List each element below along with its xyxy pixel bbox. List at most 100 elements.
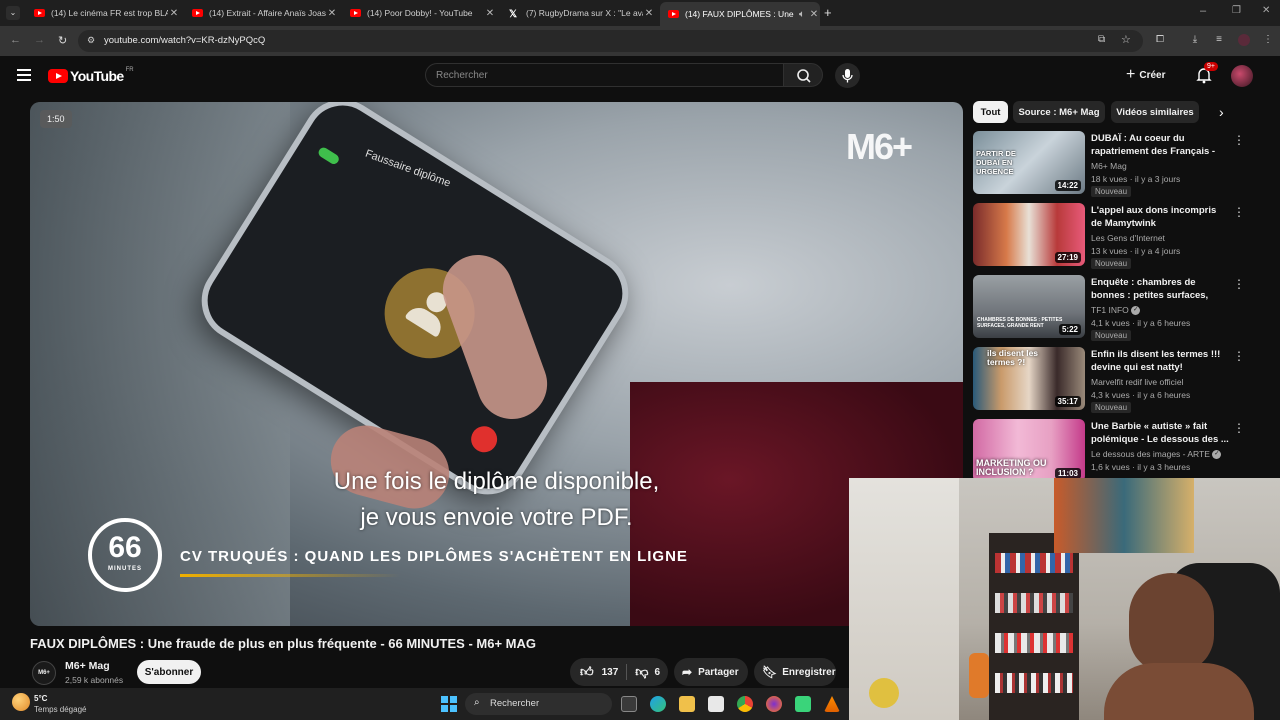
more-options-icon[interactable]: ⋮ [1233,133,1245,147]
youtube-favicon-icon [668,10,679,18]
task-view-icon[interactable] [621,696,637,712]
subscribe-button[interactable]: S'abonner [137,660,201,684]
channel-name[interactable]: M6+ Mag [65,660,110,672]
chevron-right-icon[interactable]: › [1219,104,1224,120]
video-thumbnail[interactable]: CHAMBRES DE BONNES : PETITES SURFACES, G… [973,275,1085,338]
search-input[interactable]: Rechercher [425,63,783,87]
media-control-icon[interactable]: ≡ [1213,34,1225,46]
youtube-logo[interactable]: YouTube FR [48,67,134,84]
chrome-icon[interactable] [737,696,753,712]
extensions-icon[interactable]: ⧠ [1154,34,1166,46]
weather-icon[interactable] [12,693,30,711]
address-bar[interactable]: ⚙ youtube.com/watch?v=KR-dzNyPQcQ ⧉ ☆ [78,30,1143,52]
firefox-icon[interactable] [766,696,782,712]
more-options-icon[interactable]: ⋮ [1233,421,1245,435]
video-thumbnail[interactable]: 27:19 [973,203,1085,266]
chip-related[interactable]: Vidéos similaires [1111,101,1199,123]
menu-icon[interactable] [17,69,31,81]
browser-tab[interactable]: (14) Poor Dobby! - YouTube ✕ [346,3,496,23]
dislike-count[interactable]: 6 [654,667,660,678]
create-button[interactable]: + Créer [1126,64,1180,86]
notifications-button[interactable]: 9+ [1195,62,1218,84]
subtitle-line: Une fois le diplôme disponible, [333,468,660,495]
site-info-icon[interactable]: ⚙ [87,35,95,46]
install-app-icon[interactable]: ⧉ [1098,34,1105,45]
share-icon: ➦ [682,665,693,679]
recommendation-item[interactable]: CHAMBRES DE BONNES : PETITES SURFACES, G… [973,275,1253,341]
browser-tab[interactable]: (14) Extrait - Affaire Anaïs Joas ✕ [188,3,338,23]
youtube-favicon-icon [34,9,45,17]
search-icon: ⌕ [474,697,480,708]
video-thumbnail[interactable]: ils disent les termes ?! 35:17 [973,347,1085,410]
browser-tab-strip: ⌄ (14) Le cinéma FR est trop BLAN ✕ (14)… [0,0,1280,26]
speaker-icon[interactable]: 🔈︎ [796,9,808,20]
video-thumbnail[interactable]: PARTIR DE DUBAÏ EN URGENCE 14:22 [973,131,1085,194]
desk-item [869,678,899,708]
bookshelf [989,533,1079,720]
tab-list-button[interactable]: ⌄ [6,6,20,20]
more-options-icon[interactable]: ⋮ [1233,205,1245,219]
browser-tab-active[interactable]: (14) FAUX DIPLÔMES : Une 🔈︎ ✕ [660,2,820,26]
wall-posters [1054,478,1194,553]
back-icon[interactable]: ← [10,34,21,46]
forward-icon[interactable]: → [34,34,45,46]
like-dislike-group: 👍︎ 137 👎︎ 6 [570,658,668,686]
hang-up-icon [466,421,503,458]
time-indicator: 1:50 [40,110,72,128]
reload-icon[interactable]: ↻ [58,34,67,47]
more-options-icon[interactable]: ⋮ [1233,349,1245,363]
call-status-icon [316,145,341,166]
microphone-icon [842,69,853,83]
video-player[interactable]: Faussaire diplôme 1:50 M6+ Une fois le d… [30,102,963,626]
profile-avatar[interactable] [1238,34,1250,46]
close-window-icon[interactable]: ✕ [1262,5,1270,16]
like-count[interactable]: 137 [602,667,619,678]
voice-search-button[interactable] [835,63,860,88]
youtube-play-icon [48,69,68,83]
share-button[interactable]: ➦ Partager [674,658,748,686]
close-tab-icon[interactable]: ✕ [168,8,180,19]
channel-avatar[interactable]: M6+ [32,661,56,685]
new-badge: Nouveau [1091,330,1132,341]
m6plus-logo: M6+ [846,126,913,167]
chip-all[interactable]: Tout [973,101,1008,123]
windows-start-icon[interactable] [441,696,457,712]
close-tab-icon[interactable]: ✕ [326,8,338,19]
vlc-icon[interactable] [824,696,840,712]
thumbs-down-icon[interactable]: 👎︎ [635,664,648,680]
store-icon[interactable] [708,696,724,712]
close-tab-icon[interactable]: ✕ [808,9,820,20]
recommendation-item[interactable]: MARKETING OU INCLUSION ? 11:03 Une Barbi… [973,419,1253,485]
chrome-menu-icon[interactable]: ⋮ [1262,34,1274,46]
download-icon[interactable]: ⤓ [1189,34,1201,46]
browser-tab[interactable]: (14) Le cinéma FR est trop BLAN ✕ [30,3,180,23]
new-badge: Nouveau [1091,258,1132,269]
edge-icon[interactable] [650,696,666,712]
search-button[interactable] [783,63,823,87]
recommendation-item[interactable]: PARTIR DE DUBAÏ EN URGENCE 14:22 DUBAÏ :… [973,131,1253,197]
app-icon[interactable] [795,696,811,712]
recommendation-item[interactable]: 27:19 L'appel aux dons incompris de Mamy… [973,203,1253,269]
close-tab-icon[interactable]: ✕ [484,8,496,19]
more-options-icon[interactable]: ⋮ [1233,277,1245,291]
new-tab-icon[interactable]: + [824,5,832,20]
bookmark-star-icon[interactable]: ☆ [1121,33,1131,46]
browser-tab[interactable]: 𝕏 (7) RugbyDrama sur X : "Le ava ✕ [505,3,655,23]
youtube-header: YouTube FR Rechercher + Créer 9+ [0,56,1280,96]
close-tab-icon[interactable]: ✕ [643,8,655,19]
taskbar-search[interactable]: ⌕ Rechercher [465,693,612,715]
url-text: youtube.com/watch?v=KR-dzNyPQcQ [104,35,266,46]
thumbs-up-icon[interactable]: 👍︎ [580,664,594,680]
maximize-window-icon[interactable]: ❐ [1232,5,1241,16]
person-head [1129,573,1214,673]
save-button[interactable]: 🔖︎ Enregistrer [754,658,836,686]
video-thumbnail[interactable]: MARKETING OU INCLUSION ? 11:03 [973,419,1085,482]
recommendation-item[interactable]: ils disent les termes ?! 35:17 Enfin ils… [973,347,1253,413]
minimize-window-icon[interactable]: – [1200,5,1206,17]
new-badge: Nouveau [1091,402,1132,413]
chip-source[interactable]: Source : M6+ Mag [1013,101,1105,123]
file-explorer-icon[interactable] [679,696,695,712]
66-minutes-logo: 66 MINUTES [88,518,162,592]
show-banner: CV TRUQUÉS : QUAND LES DIPLÔMES S'ACHÈTE… [180,548,688,565]
account-avatar[interactable] [1231,65,1253,87]
